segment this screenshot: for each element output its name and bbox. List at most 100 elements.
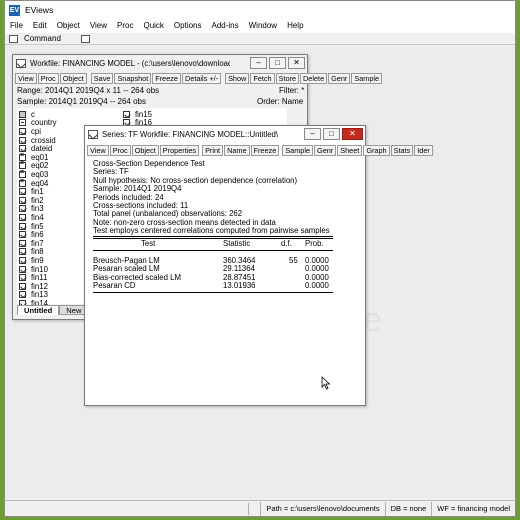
eq-object-icon	[19, 178, 26, 187]
wf-proc-button[interactable]: Proc	[37, 73, 59, 84]
table-header-row: Test Statistic d.f. Prob.	[93, 238, 363, 248]
workfile-sample[interactable]: Sample: 2014Q1 2019Q4 -- 264 obs	[17, 97, 146, 106]
sw-proc-button[interactable]: Proc	[109, 145, 131, 156]
series-object-icon	[123, 110, 130, 118]
sw-object-button[interactable]: Object	[131, 145, 159, 156]
status-path[interactable]: Path = c:\users\lenovo\documents	[260, 501, 384, 516]
series-object-icon	[19, 213, 26, 221]
sw-ident-button[interactable]: Ider	[414, 145, 433, 156]
command-bar: Command	[5, 33, 515, 45]
series-object-icon	[19, 256, 26, 264]
eviews-logo-icon: EV	[9, 4, 20, 16]
workfile-object-fin1[interactable]: fin1	[19, 187, 44, 196]
sw-print-button[interactable]: Print	[202, 145, 224, 156]
sw-genr-button[interactable]: Genr	[314, 145, 337, 156]
workfile-object-c[interactable]: c	[19, 110, 35, 119]
wf-snapshot-button[interactable]: Snapshot	[114, 73, 152, 84]
menu-edit[interactable]: Edit	[28, 19, 52, 33]
workfile-object-fin2[interactable]: fin2	[19, 196, 44, 205]
series-window[interactable]: Series: TF Workfile: FINANCING MODEL::Un…	[84, 125, 433, 406]
capture-window-icon[interactable]	[80, 34, 90, 43]
series-title: Series: TF Workfile: FINANCING MODEL::Un…	[102, 129, 279, 139]
wf-object-button[interactable]: Object	[59, 73, 87, 84]
workfile-titlebar[interactable]: Workfile: FINANCING MODEL - (c:\users\le…	[13, 55, 307, 71]
menu-proc[interactable]: Proc	[112, 19, 138, 33]
sw-properties-button[interactable]: Properties	[159, 145, 200, 156]
wf-save-button[interactable]: Save	[90, 73, 114, 84]
menu-help[interactable]: Help	[282, 19, 308, 33]
sw-freeze-button[interactable]: Freeze	[250, 145, 280, 156]
wf-freeze-button[interactable]: Freeze	[152, 73, 181, 84]
workfile-object-fin11[interactable]: fin11	[19, 273, 47, 282]
wf-genr-button[interactable]: Genr	[328, 73, 351, 84]
workfile-filter[interactable]: Filter: *	[279, 86, 304, 95]
workfile-object-fin7[interactable]: fin7	[19, 239, 44, 248]
wf-details-button[interactable]: Details +/-	[182, 73, 222, 84]
row-df: 55	[289, 255, 298, 265]
sw-sample-button[interactable]: Sample	[282, 145, 314, 156]
wf-fetch-button[interactable]: Fetch	[250, 73, 275, 84]
sw-sheet-button[interactable]: Sheet	[337, 145, 363, 156]
command-window-icon[interactable]	[9, 34, 18, 43]
workfile-object-crossid[interactable]: crossid	[19, 136, 56, 145]
mouse-pointer-icon	[321, 376, 331, 390]
menu-file[interactable]: File	[5, 19, 28, 33]
series-object-icon	[19, 274, 26, 282]
status-workfile[interactable]: WF = financing model	[431, 501, 515, 516]
wf-sample-button[interactable]: Sample	[351, 73, 383, 84]
text-object-icon	[19, 119, 26, 127]
menu-quick[interactable]: Quick	[138, 19, 168, 33]
close-button[interactable]: ✕	[288, 57, 305, 69]
sw-stats-button[interactable]: Stats	[390, 145, 414, 156]
wf-view-button[interactable]: View	[15, 73, 37, 84]
series-object-icon	[19, 222, 26, 230]
menu-add-ins[interactable]: Add-ins	[207, 19, 244, 33]
workfile-object-country[interactable]: country	[19, 118, 57, 127]
workfile-object-cpi[interactable]: cpi	[19, 127, 41, 136]
workfile-order[interactable]: Order: Name	[257, 97, 303, 106]
menu-view[interactable]: View	[85, 19, 112, 33]
command-tab[interactable]: Command	[24, 34, 61, 43]
workfile-object-fin5[interactable]: fin5	[19, 222, 44, 231]
series-object-icon	[19, 127, 26, 135]
series-object-icon	[19, 265, 26, 273]
workfile-object-fin4[interactable]: fin4	[19, 213, 44, 222]
workfile-object-fin6[interactable]: fin6	[19, 230, 44, 239]
workfile-object-fin13[interactable]: fin13	[19, 290, 48, 299]
wf-show-button[interactable]: Show	[225, 73, 250, 84]
status-database[interactable]: DB = none	[384, 501, 432, 516]
wf-delete-button[interactable]: Delete	[300, 73, 328, 84]
output-title: Cross-Section Dependence Test	[93, 159, 205, 168]
close-button[interactable]: ✕	[342, 128, 363, 140]
workfile-object-fin9[interactable]: fin9	[19, 256, 44, 265]
series-object-icon	[19, 248, 26, 256]
series-object-icon	[19, 239, 26, 247]
workfile-toolbar: View Proc Object Save Snapshot Freeze De…	[15, 73, 383, 84]
maximize-button[interactable]: □	[323, 128, 340, 140]
col-df-header: d.f.	[281, 238, 292, 248]
series-object-icon	[19, 136, 26, 144]
sw-name-button[interactable]: Name	[224, 145, 250, 156]
workfile-icon	[16, 58, 26, 68]
workfile-object-fin10[interactable]: fin10	[19, 265, 48, 274]
sw-graph-button[interactable]: Graph	[363, 145, 390, 156]
workfile-range[interactable]: Range: 2014Q1 2019Q4 x 11 -- 264 obs	[17, 86, 159, 95]
minimize-button[interactable]: –	[304, 128, 321, 140]
wf-store-button[interactable]: Store	[275, 73, 300, 84]
series-titlebar[interactable]: Series: TF Workfile: FINANCING MODEL::Un…	[85, 126, 365, 142]
maximize-button[interactable]: □	[269, 57, 286, 69]
workfile-object-fin12[interactable]: fin12	[19, 282, 48, 291]
workfile-object-fin8[interactable]: fin8	[19, 247, 44, 256]
table-rule-bottom	[93, 292, 333, 295]
menu-window[interactable]: Window	[244, 19, 282, 33]
workfile-object-fin3[interactable]: fin3	[19, 204, 44, 213]
tab-untitled[interactable]: Untitled	[17, 305, 60, 315]
menu-object[interactable]: Object	[52, 19, 85, 33]
workfile-object-fin15[interactable]: fin15	[123, 110, 152, 119]
menu-options[interactable]: Options	[169, 19, 207, 33]
series-object-icon	[19, 291, 26, 299]
sw-view-button[interactable]: View	[87, 145, 109, 156]
status-bar: Path = c:\users\lenovo\documents DB = no…	[5, 500, 515, 516]
workfile-object-eq04[interactable]: eq04	[19, 178, 48, 188]
minimize-button[interactable]: –	[250, 57, 267, 69]
